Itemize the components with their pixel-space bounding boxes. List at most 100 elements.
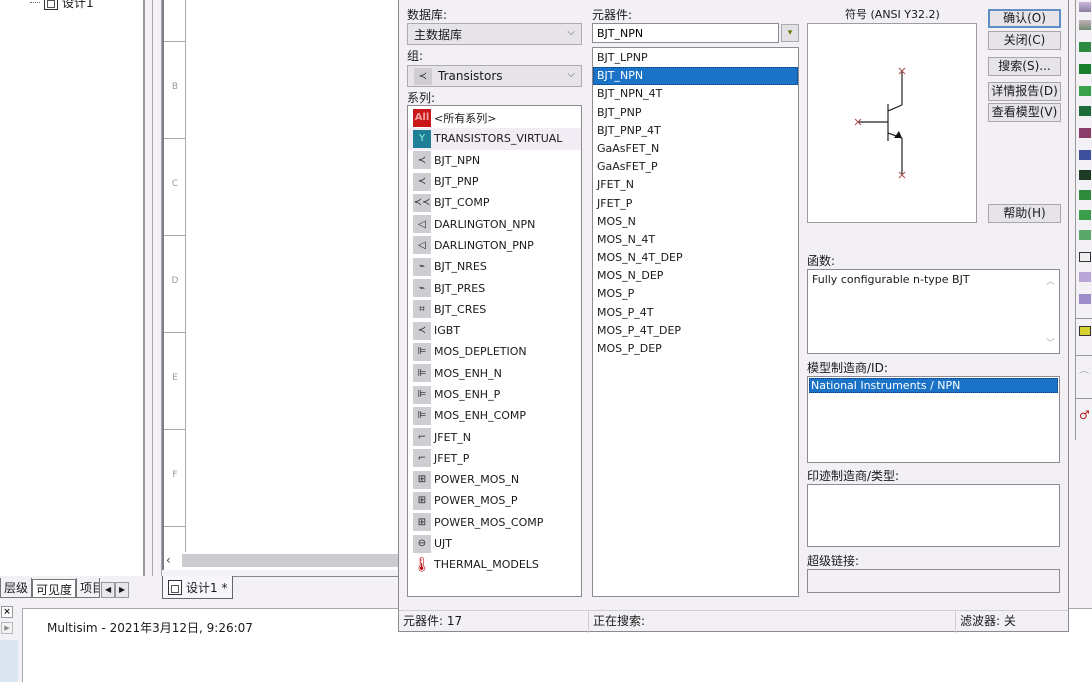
vertical-ruler: B C D E F (164, 0, 186, 552)
family-list-item[interactable]: ⊫ MOS_ENH_COMP (408, 405, 581, 426)
detail-report-button[interactable]: 详情报告(D) (988, 82, 1061, 101)
component-list-item[interactable]: GaAsFET_P (593, 158, 798, 176)
family-list-item[interactable]: ≺≺ BJT_COMP (408, 192, 581, 213)
component-list-item[interactable]: BJT_LPNP (593, 49, 798, 67)
family-list-item[interactable]: ◁ DARLINGTON_NPN (408, 213, 581, 234)
tab-visibility[interactable]: 可见度 (32, 579, 77, 598)
component-list-item[interactable]: BJT_PNP_4T (593, 122, 798, 140)
ruler-label: F (164, 430, 186, 527)
network-analyzer-icon[interactable] (1079, 272, 1091, 282)
component-list-item[interactable]: JFET_N (593, 176, 798, 194)
family-list-item[interactable]: ◁ DARLINGTON_PNP (408, 235, 581, 256)
tab-project[interactable]: 项目 (76, 578, 101, 598)
word-generator-icon[interactable] (1079, 150, 1091, 160)
wattmeter-icon[interactable] (1079, 42, 1091, 52)
component-list-item[interactable]: MOS_P_4T (593, 304, 798, 322)
help-button[interactable]: 帮助(H) (988, 204, 1061, 223)
four-channel-oscilloscope-icon[interactable] (1079, 86, 1091, 96)
tab-hierarchy[interactable]: 层级 (0, 578, 33, 598)
component-list-item[interactable]: MOS_N_4T_DEP (593, 249, 798, 267)
family-list-item[interactable]: ⊞ POWER_MOS_N (408, 469, 581, 490)
scrollbar-thumb[interactable] (182, 554, 398, 567)
ok-button[interactable]: 确认(O) (988, 9, 1061, 28)
close-button[interactable]: 关闭(C) (988, 31, 1061, 50)
component-list-item[interactable]: MOS_P_4T_DEP (593, 322, 798, 340)
component-list-item[interactable]: MOS_P_DEP (593, 340, 798, 358)
model-manufacturer-label: 模型制造商/ID: (807, 361, 888, 375)
tree-item-label: 设计1 (62, 0, 94, 10)
tab-design-1[interactable]: 设计1 * (162, 576, 234, 599)
hyperlink-field[interactable] (807, 569, 1060, 593)
bode-plotter-icon[interactable] (1079, 106, 1091, 116)
tab-scroll-right-button[interactable]: ▶ (115, 582, 130, 598)
multimeter-icon[interactable] (1079, 2, 1091, 12)
family-list-item[interactable]: ⌁ BJT_PRES (408, 277, 581, 298)
group-select[interactable]: ≺ Transistors ⌵ (407, 65, 582, 87)
database-select[interactable]: 主数据库 ⌵ (407, 23, 582, 45)
agilent-instrument-icon[interactable] (1079, 294, 1091, 304)
family-list-item[interactable]: All <所有系列> (408, 107, 581, 128)
filter-icon[interactable]: ▾ (781, 24, 799, 42)
component-list-item[interactable]: BJT_NPN (593, 67, 798, 86)
component-list-item[interactable]: MOS_N (593, 213, 798, 231)
scroll-left-icon[interactable]: ‹ (166, 553, 171, 567)
family-list-item[interactable]: ⊫ MOS_ENH_P (408, 384, 581, 405)
iv-analyzer-icon[interactable] (1079, 210, 1091, 220)
labview-instrument-icon[interactable]: ⌒ (1079, 368, 1091, 383)
family-list-item[interactable]: ⊫ MOS_DEPLETION (408, 341, 581, 362)
panel-splitter[interactable] (152, 0, 162, 576)
current-probe-icon[interactable]: ♂ (1079, 408, 1091, 422)
family-label-text: BJT_NPN (434, 153, 481, 167)
component-label: 元器件: (592, 8, 633, 22)
family-list-item[interactable]: ⊖ UJT (408, 533, 581, 554)
ruler-cell (164, 0, 186, 42)
component-list-item[interactable]: BJT_NPN_4T (593, 85, 798, 103)
schematic-canvas[interactable]: B C D E F (162, 0, 398, 552)
probe-icon[interactable] (1079, 326, 1091, 336)
component-list-item[interactable]: GaAsFET_N (593, 140, 798, 158)
family-list-item[interactable]: ⊞ POWER_MOS_P (408, 490, 581, 511)
component-list-item[interactable]: JFET_P (593, 195, 798, 213)
component-list[interactable]: BJT_LPNP BJT_NPN BJT_NPN_4T BJT_PNP BJT_PNP_… (592, 47, 799, 597)
family-list-item[interactable]: ⌗ BJT_CRES (408, 299, 581, 320)
family-list-item[interactable]: ⊞ POWER_MOS_COMP (408, 512, 581, 533)
family-list-item[interactable]: ≺ BJT_NPN (408, 150, 581, 171)
function-textbox[interactable]: Fully configurable n-type BJT ︿ ﹀ (807, 269, 1060, 354)
logic-converter-icon[interactable] (1079, 170, 1091, 180)
family-list-item[interactable]: ≺ IGBT (408, 320, 581, 341)
spectrum-analyzer-icon[interactable] (1079, 252, 1091, 262)
component-list-item[interactable]: MOS_N_4T (593, 231, 798, 249)
mos-enh-p-icon: ⊫ (413, 385, 431, 404)
frequency-counter-icon[interactable] (1079, 128, 1091, 138)
component-search-input[interactable] (592, 23, 779, 43)
component-list-item[interactable]: BJT_PNP (593, 104, 798, 122)
close-icon[interactable]: × (1, 606, 13, 618)
tab-scroll-left-button[interactable]: ◀ (101, 582, 116, 598)
model-list-item[interactable]: National Instruments / NPN (809, 378, 1058, 393)
tree-item-design[interactable]: 设计1 (30, 0, 94, 11)
expand-icon[interactable]: ▶ (1, 622, 13, 634)
distortion-analyzer-icon[interactable] (1079, 230, 1091, 240)
view-model-button[interactable]: 查看模型(V) (988, 103, 1061, 122)
family-list-item[interactable]: ⌐ JFET_P (408, 448, 581, 469)
model-list[interactable]: National Instruments / NPN (807, 376, 1060, 463)
scroll-down-icon[interactable]: ﹀ (1046, 336, 1055, 349)
component-list-item[interactable]: MOS_P (593, 285, 798, 303)
family-list-item[interactable]: Y TRANSISTORS_VIRTUAL (408, 128, 581, 150)
function-text: Fully configurable n-type BJT (812, 273, 970, 286)
family-list-item[interactable]: ⊫ MOS_ENH_N (408, 363, 581, 384)
family-list-item[interactable]: ⌐ JFET_N (408, 426, 581, 447)
horizontal-scrollbar[interactable]: ‹ (162, 552, 398, 570)
logic-analyzer-icon[interactable] (1079, 190, 1091, 200)
search-button[interactable]: 搜索(S)... (988, 57, 1061, 76)
family-list-item[interactable]: ≺ BJT_PNP (408, 171, 581, 192)
scroll-up-icon[interactable]: ︿ (1046, 274, 1055, 287)
family-list-item[interactable]: ⌁ BJT_NRES (408, 256, 581, 277)
footprint-list[interactable] (807, 484, 1060, 547)
oscilloscope-icon[interactable] (1079, 64, 1091, 74)
family-label-text: POWER_MOS_N (434, 473, 520, 487)
family-list-item[interactable]: 🌡 THERMAL_MODELS (408, 554, 581, 575)
family-list[interactable]: All <所有系列> Y TRANSISTORS_VIRTUAL ≺ BJT_NPN ≺ BJ… (407, 105, 582, 597)
component-list-item[interactable]: MOS_N_DEP (593, 267, 798, 285)
function-generator-icon[interactable] (1079, 20, 1091, 30)
